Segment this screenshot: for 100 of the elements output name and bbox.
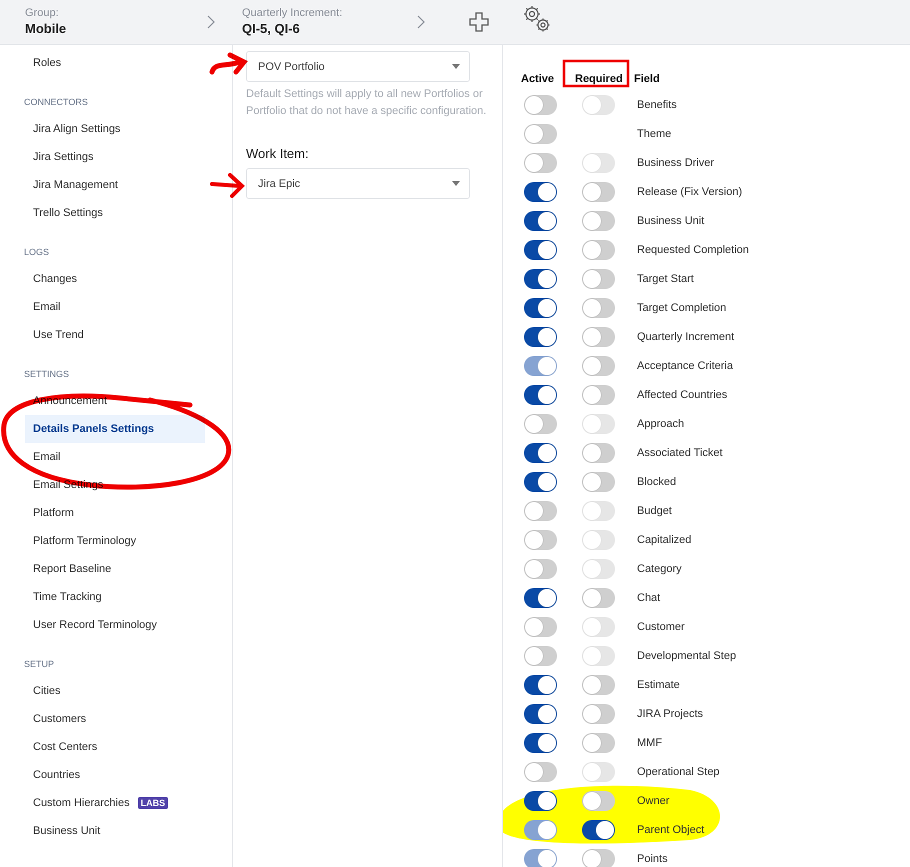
section-heading: CONNECTORS <box>23 96 89 109</box>
sidebar-item[interactable]: Report Baseline <box>25 555 205 583</box>
active-toggle[interactable] <box>524 530 557 550</box>
group-value[interactable]: Mobile <box>25 20 207 38</box>
required-toggle[interactable] <box>582 240 615 260</box>
section-heading: LOGS <box>23 246 50 259</box>
field-name: Blocked <box>637 476 676 488</box>
active-toggle[interactable] <box>524 384 557 404</box>
hint-text: Default Settings will apply to all new Portfolios or Portfolio that do not have a specific configuration. <box>246 87 488 119</box>
sidebar-item[interactable]: Customers <box>25 705 205 733</box>
field-name: Associated Ticket <box>637 446 723 458</box>
active-toggle[interactable] <box>524 442 557 462</box>
required-toggle[interactable] <box>582 442 615 462</box>
active-toggle[interactable] <box>524 704 557 724</box>
sidebar-item[interactable]: Platform <box>25 499 205 527</box>
sidebar-item[interactable]: Time Tracking <box>25 583 205 611</box>
active-toggle[interactable] <box>524 558 557 578</box>
field-name: Release (Fix Version) <box>637 186 742 198</box>
active-toggle[interactable] <box>524 588 557 608</box>
sidebar-item[interactable]: Trello Settings <box>25 199 205 227</box>
annotation-arrow <box>210 173 245 198</box>
field-name: Chat <box>637 592 660 604</box>
sidebar-item[interactable]: Email <box>25 293 205 321</box>
active-toggle[interactable] <box>524 500 557 520</box>
active-toggle[interactable] <box>524 674 557 694</box>
section-heading: SETUP <box>23 658 56 671</box>
sidebar-item[interactable]: Custom Hierarchies <box>25 789 138 817</box>
required-toggle[interactable] <box>582 732 615 752</box>
required-toggle[interactable] <box>582 704 615 724</box>
field-name: Points <box>637 852 668 864</box>
field-name: Affected Countries <box>637 388 728 400</box>
increment-value[interactable]: QI-5, QI-6 <box>242 20 417 38</box>
field-name: Business Driver <box>637 156 714 168</box>
field-name: Target Start <box>637 272 694 284</box>
field-name: Business Unit <box>637 214 704 226</box>
required-toggle[interactable] <box>582 268 615 288</box>
active-toggle[interactable] <box>524 240 557 260</box>
active-toggle[interactable] <box>524 732 557 752</box>
sidebar-item[interactable]: Cost Centers <box>25 733 205 761</box>
sidebar-item[interactable]: Use Trend <box>25 321 205 349</box>
sidebar-item[interactable]: User Record Terminology <box>25 611 205 639</box>
sidebar-item[interactable]: Email <box>25 443 205 471</box>
active-toggle[interactable] <box>524 210 557 230</box>
active-toggle[interactable] <box>524 762 557 782</box>
labs-badge: LABS <box>138 797 168 809</box>
active-toggle[interactable] <box>524 94 557 114</box>
column-header: Active <box>521 73 556 85</box>
field-name: Requested Completion <box>637 244 749 256</box>
chevron-right-icon[interactable] <box>207 15 215 29</box>
required-toggle[interactable] <box>582 472 615 492</box>
annotation-rectangle <box>562 60 630 88</box>
field-name: Operational Step <box>637 766 720 778</box>
section-heading: SETTINGS <box>23 368 70 381</box>
sidebar-item[interactable]: Jira Align Settings <box>25 115 205 143</box>
field-name: Estimate <box>637 678 680 690</box>
column-header: Field <box>634 73 660 85</box>
sidebar-item[interactable]: Countries <box>25 761 205 789</box>
active-toggle[interactable] <box>524 616 557 636</box>
required-toggle[interactable] <box>582 326 615 346</box>
active-toggle[interactable] <box>524 472 557 492</box>
sidebar-item[interactable]: Jira Settings <box>25 143 205 171</box>
sidebar-item[interactable]: Cities <box>25 677 205 705</box>
active-toggle[interactable] <box>524 646 557 666</box>
active-toggle[interactable] <box>524 152 557 172</box>
active-toggle[interactable] <box>524 414 557 434</box>
active-toggle[interactable] <box>524 298 557 318</box>
chevron-right-icon[interactable] <box>417 15 425 29</box>
sidebar-item[interactable]: Changes <box>25 265 205 293</box>
field-name: Target Completion <box>637 302 726 314</box>
field-name: Developmental Step <box>637 650 736 662</box>
required-toggle[interactable] <box>582 674 615 694</box>
sidebar-item[interactable]: Platform Terminology <box>25 527 205 555</box>
active-toggle[interactable] <box>524 124 557 144</box>
sidebar-item[interactable]: Details Panels Settings <box>25 415 205 443</box>
required-toggle[interactable] <box>582 384 615 404</box>
required-toggle[interactable] <box>582 210 615 230</box>
active-toggle[interactable] <box>524 326 557 346</box>
increment-label: Quarterly Increment: <box>242 6 344 20</box>
sidebar-item[interactable]: Business Unit <box>25 817 205 845</box>
active-toggle[interactable] <box>524 790 557 810</box>
field-name: Benefits <box>637 98 677 110</box>
plus-icon[interactable] <box>469 12 489 32</box>
caret-icon <box>452 64 460 69</box>
work-item-dropdown[interactable]: Jira Epic <box>246 168 470 199</box>
active-toggle[interactable] <box>524 268 557 288</box>
required-toggle[interactable] <box>582 588 615 608</box>
active-toggle[interactable] <box>524 182 557 202</box>
sidebar-item[interactable]: Jira Management <box>25 171 205 199</box>
required-toggle[interactable] <box>582 356 615 376</box>
required-toggle[interactable] <box>582 298 615 318</box>
caret-icon <box>452 181 460 186</box>
field-name: Budget <box>637 504 672 516</box>
field-name: Theme <box>637 128 672 140</box>
field-name: Acceptance Criteria <box>637 360 733 372</box>
required-toggle[interactable] <box>582 182 615 202</box>
field-name: Parent Object <box>637 824 704 836</box>
portfolio-dropdown[interactable]: POV Portfolio <box>246 51 470 82</box>
field-name: Quarterly Increment <box>637 330 734 342</box>
required-toggle[interactable] <box>582 848 615 867</box>
sidebar-item[interactable]: Roles <box>25 49 205 77</box>
